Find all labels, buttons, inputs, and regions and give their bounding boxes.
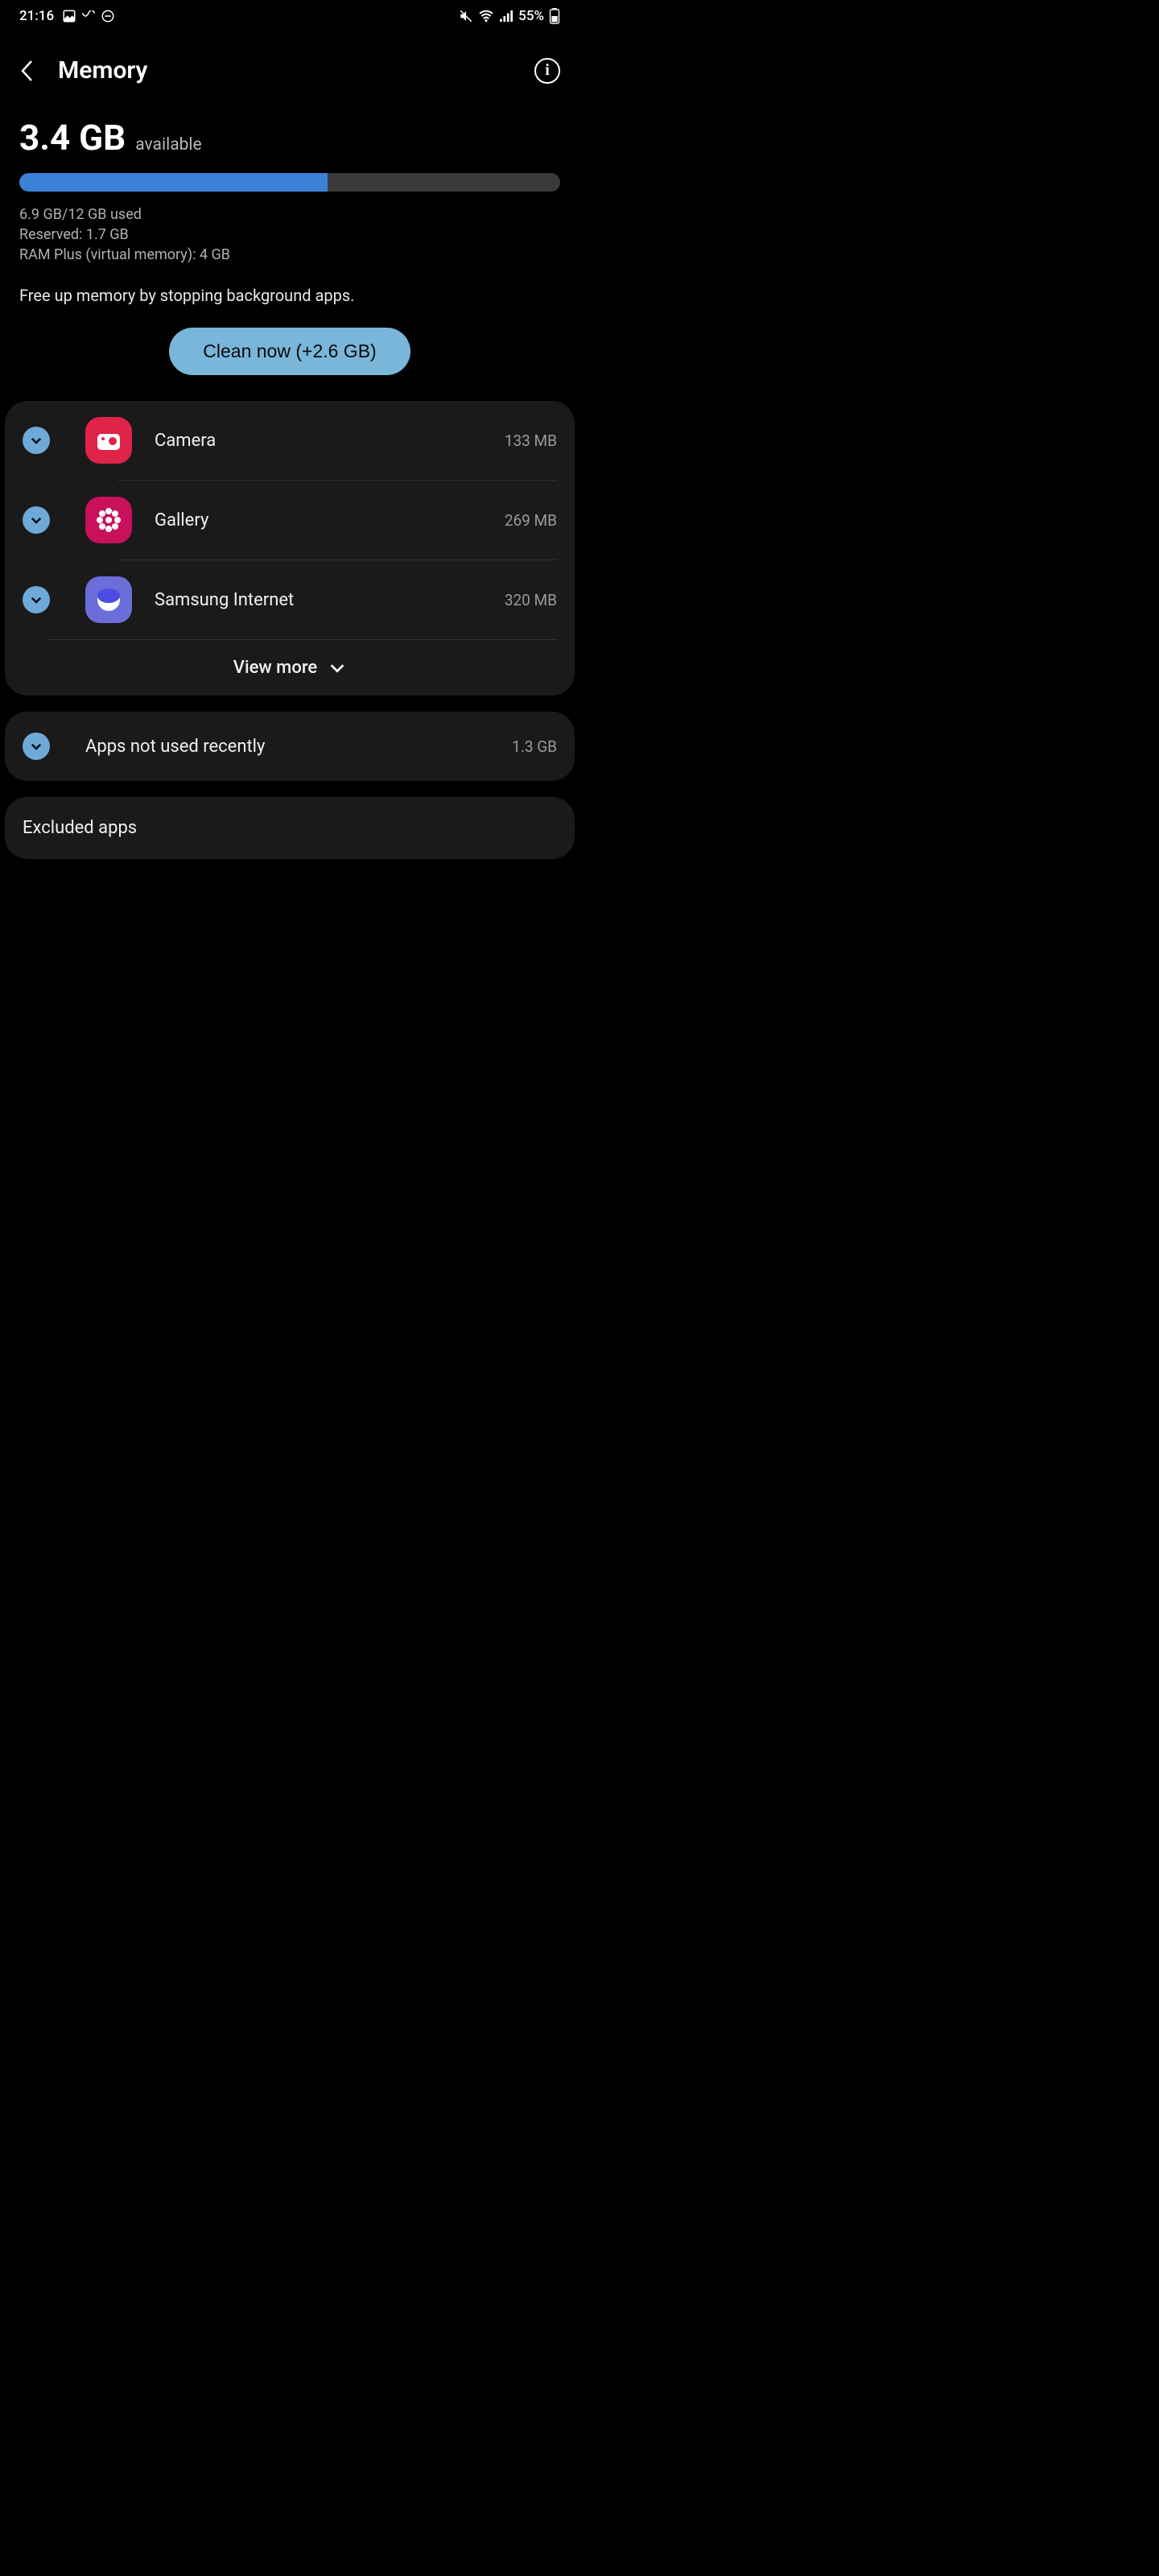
app-row-gallery[interactable]: Gallery 269 MB [5, 481, 575, 559]
app-name: Camera [155, 431, 216, 451]
check-icon[interactable] [23, 506, 50, 534]
excluded-apps-card[interactable]: Excluded apps [5, 797, 575, 859]
header: Memory i [0, 32, 580, 117]
camera-icon [85, 417, 132, 464]
app-row-internet[interactable]: Samsung Internet 320 MB [5, 560, 575, 639]
internet-icon [85, 576, 132, 623]
not-recent-card[interactable]: Apps not used recently 1.3 GB [5, 712, 575, 781]
signal-icon [499, 10, 514, 23]
page-title: Memory [58, 56, 147, 85]
status-left-icons [62, 9, 115, 23]
ramplus-line: RAM Plus (virtual memory): 4 GB [19, 246, 560, 263]
clean-now-button[interactable]: Clean now (+2.6 GB) [169, 328, 410, 375]
chevron-down-icon [328, 663, 346, 674]
app-size: 133 MB [505, 431, 557, 450]
check-icon[interactable] [23, 733, 50, 760]
excluded-label: Excluded apps [23, 818, 137, 838]
view-more-button[interactable]: View more [5, 640, 575, 696]
apps-card: Camera 133 MB Gallery 269 MB Samsung Int… [5, 401, 575, 696]
check-icon[interactable] [23, 586, 50, 613]
available-label: available [135, 135, 201, 155]
app-name: Samsung Internet [155, 590, 294, 610]
memory-progress-fill [19, 173, 328, 192]
app-size: 320 MB [505, 591, 557, 609]
not-recent-label: Apps not used recently [85, 737, 496, 757]
app-row-camera[interactable]: Camera 133 MB [5, 401, 575, 480]
battery-icon [549, 8, 560, 24]
status-time: 21:16 [19, 8, 54, 24]
available-memory: 3.4 GB available [19, 117, 560, 159]
used-line: 6.9 GB/12 GB used [19, 206, 560, 223]
view-more-label: View more [233, 658, 317, 678]
not-recent-size: 1.3 GB [512, 737, 557, 756]
check-icon[interactable] [23, 427, 50, 454]
battery-percent: 55% [518, 8, 544, 24]
app-name: Gallery [155, 510, 208, 530]
reserved-line: Reserved: 1.7 GB [19, 226, 560, 243]
wifi-icon [478, 10, 494, 23]
memory-section: 3.4 GB available 6.9 GB/12 GB used Reser… [0, 117, 580, 375]
circle-minus-icon [101, 9, 115, 23]
info-button[interactable]: i [534, 58, 560, 84]
gallery-icon [85, 497, 132, 543]
available-amount: 3.4 GB [19, 117, 126, 159]
status-bar: 21:16 55% [0, 0, 580, 32]
back-button[interactable] [19, 58, 35, 84]
shuffle-icon [81, 10, 96, 22]
mute-icon [459, 9, 473, 23]
app-size: 269 MB [505, 511, 557, 530]
image-icon [62, 9, 76, 23]
help-text: Free up memory by stopping background ap… [19, 286, 560, 305]
memory-progress-bar [19, 173, 560, 192]
